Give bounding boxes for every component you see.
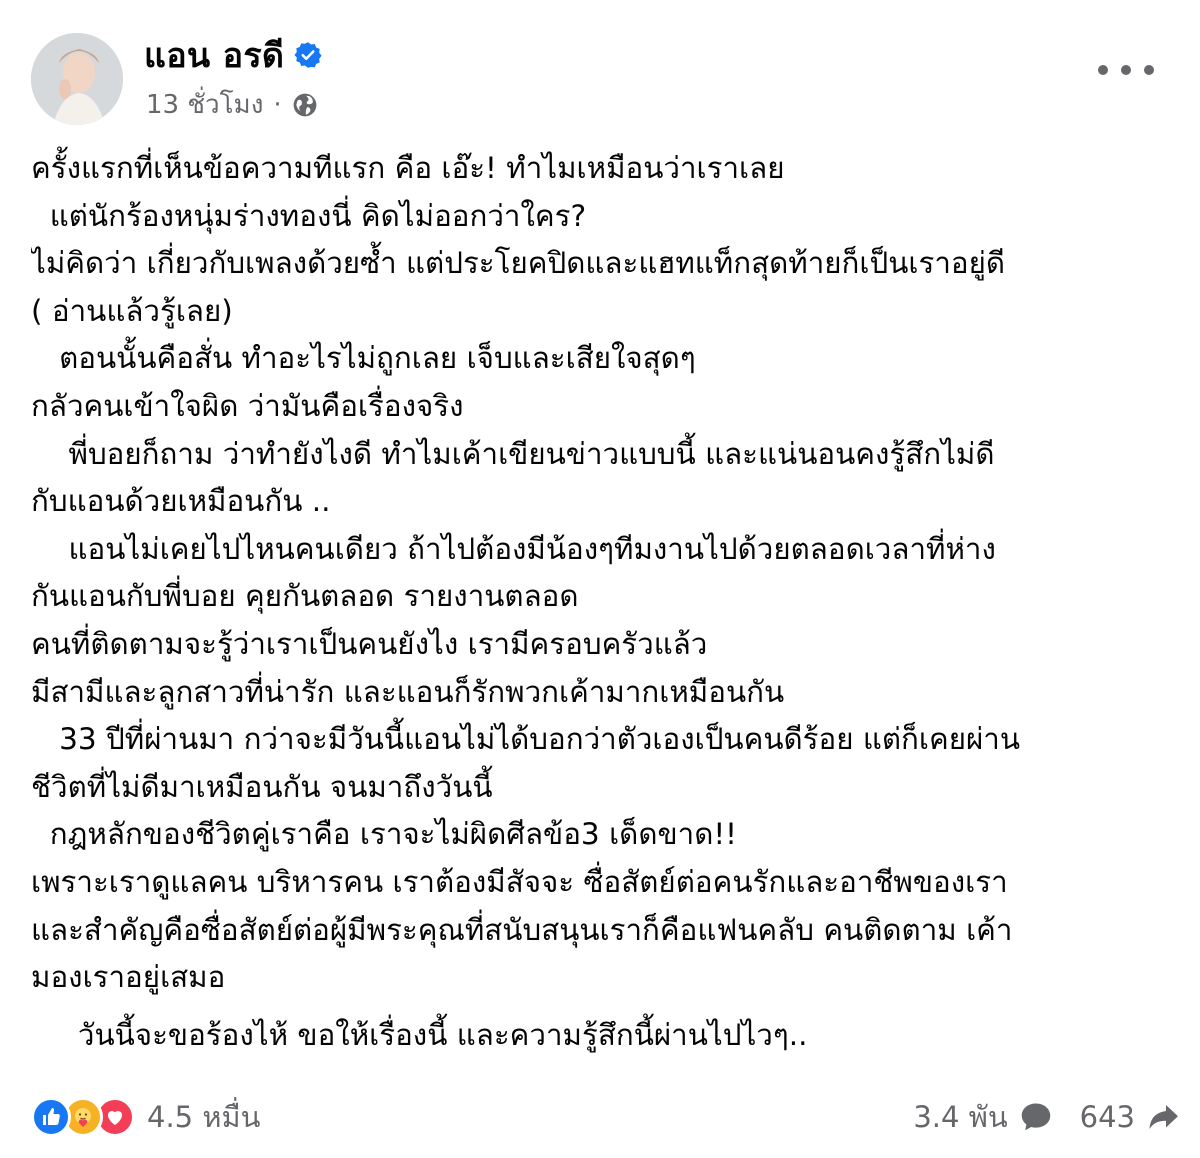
post-line: เพราะเราดูแลคน บริหารคน เราต้องมีสัจจะ ซ…: [31, 864, 1008, 899]
more-options-icon[interactable]: [1098, 50, 1154, 90]
post-line: ไม่คิดว่า เกี่ยวกับเพลงด้วยซ้ำ แต่ประโยค…: [31, 246, 1006, 281]
author-row: แอน อรดี: [144, 28, 322, 82]
share-stat[interactable]: 643: [1080, 1099, 1181, 1135]
post-closing-line: วันนี้จะขอร้องไห้ ขอให้เรื่องนี้ และความ…: [31, 1017, 808, 1052]
share-count: 643: [1079, 1100, 1135, 1134]
post-line: พี่บอยก็ถาม ว่าทำยังไงดี ทำไมเค้าเขียนข่…: [31, 436, 995, 471]
like-icon: [31, 1097, 71, 1137]
comment-icon: [1021, 1103, 1050, 1131]
post-text: ครั้งแรกที่เห็นข้อความทีแรก คือ เอ๊ะ! ทำ…: [31, 145, 1181, 1059]
comment-count: 3.4 พัน: [913, 1100, 1008, 1134]
post-line: ( อ่านแล้วรู้เลย): [31, 293, 233, 328]
post-line: ตอนนั้นคือสั่น ทำอะไรไม่ถูกเลย เจ็บและเส…: [31, 341, 696, 376]
post-line: ครั้งแรกที่เห็นข้อความทีแรก คือ เอ๊ะ! ทำ…: [31, 151, 785, 185]
author-name[interactable]: แอน อรดี: [144, 28, 284, 82]
dot: [1098, 65, 1108, 75]
dot: [1121, 65, 1131, 75]
post-line: กฎหลักของชีวิตคู่เราคือ เราจะไม่ผิดศีลข้…: [31, 817, 738, 852]
post-line: ชีวิตที่ไม่ดีมาเหมือนกัน จนมาถึงวันนี้: [31, 769, 493, 804]
post-line: แอนไม่เคยไปไหนคนเดียว ถ้าไปต้องมีน้องๆที…: [31, 531, 996, 566]
reactions-summary[interactable]: 4.5 หมื่น: [31, 1094, 260, 1140]
meta-separator: ·: [273, 89, 282, 120]
post-line: แต่นักร้องหนุ่มร่างทองนี่ คิดไม่ออกว่าใค…: [31, 198, 587, 233]
globe-icon[interactable]: [292, 92, 318, 118]
post-line: คนที่ติดตามจะรู้ว่าเราเป็นคนยังไง เรามีค…: [31, 626, 708, 661]
verified-badge-icon: [294, 42, 322, 68]
post-line: กลัวคนเข้าใจผิด ว่ามันคือเรื่องจริง: [31, 388, 464, 423]
dot: [1144, 65, 1154, 75]
post-footer: 4.5 หมื่น 3.4 พัน 643: [31, 1090, 1181, 1142]
post-line: มองเราอยู่เสมอ: [31, 960, 226, 995]
post-meta: 13 ชั่วโมง ·: [146, 84, 318, 125]
post-line: 33 ปีที่ผ่านมา กว่าจะมีวันนี้แอนไม่ได้บอ…: [31, 722, 1021, 757]
post-stats: 3.4 พัน 643: [913, 1094, 1181, 1140]
post-line: มีสามีและลูกสาวที่น่ารัก และแอนก็รักพวกเ…: [31, 674, 785, 709]
facebook-post: แอน อรดี 13 ชั่วโมง · ครั้งแรกที่เห็นข้อ…: [0, 0, 1200, 1158]
author-avatar[interactable]: [31, 33, 123, 125]
comment-stat[interactable]: 3.4 พัน: [913, 1094, 1053, 1140]
post-line: กับแอนด้วยเหมือนกัน ..: [31, 484, 331, 519]
share-icon: [1149, 1105, 1178, 1129]
post-line: กันแอนกับพี่บอย คุยกันตลอด รายงานตลอด: [31, 579, 579, 614]
post-line: และสำคัญคือซื่อสัตย์ต่อผู้มีพระคุณที่สนั…: [31, 912, 1013, 947]
post-timestamp[interactable]: 13 ชั่วโมง: [146, 84, 263, 125]
reaction-count: 4.5 หมื่น: [147, 1100, 261, 1134]
